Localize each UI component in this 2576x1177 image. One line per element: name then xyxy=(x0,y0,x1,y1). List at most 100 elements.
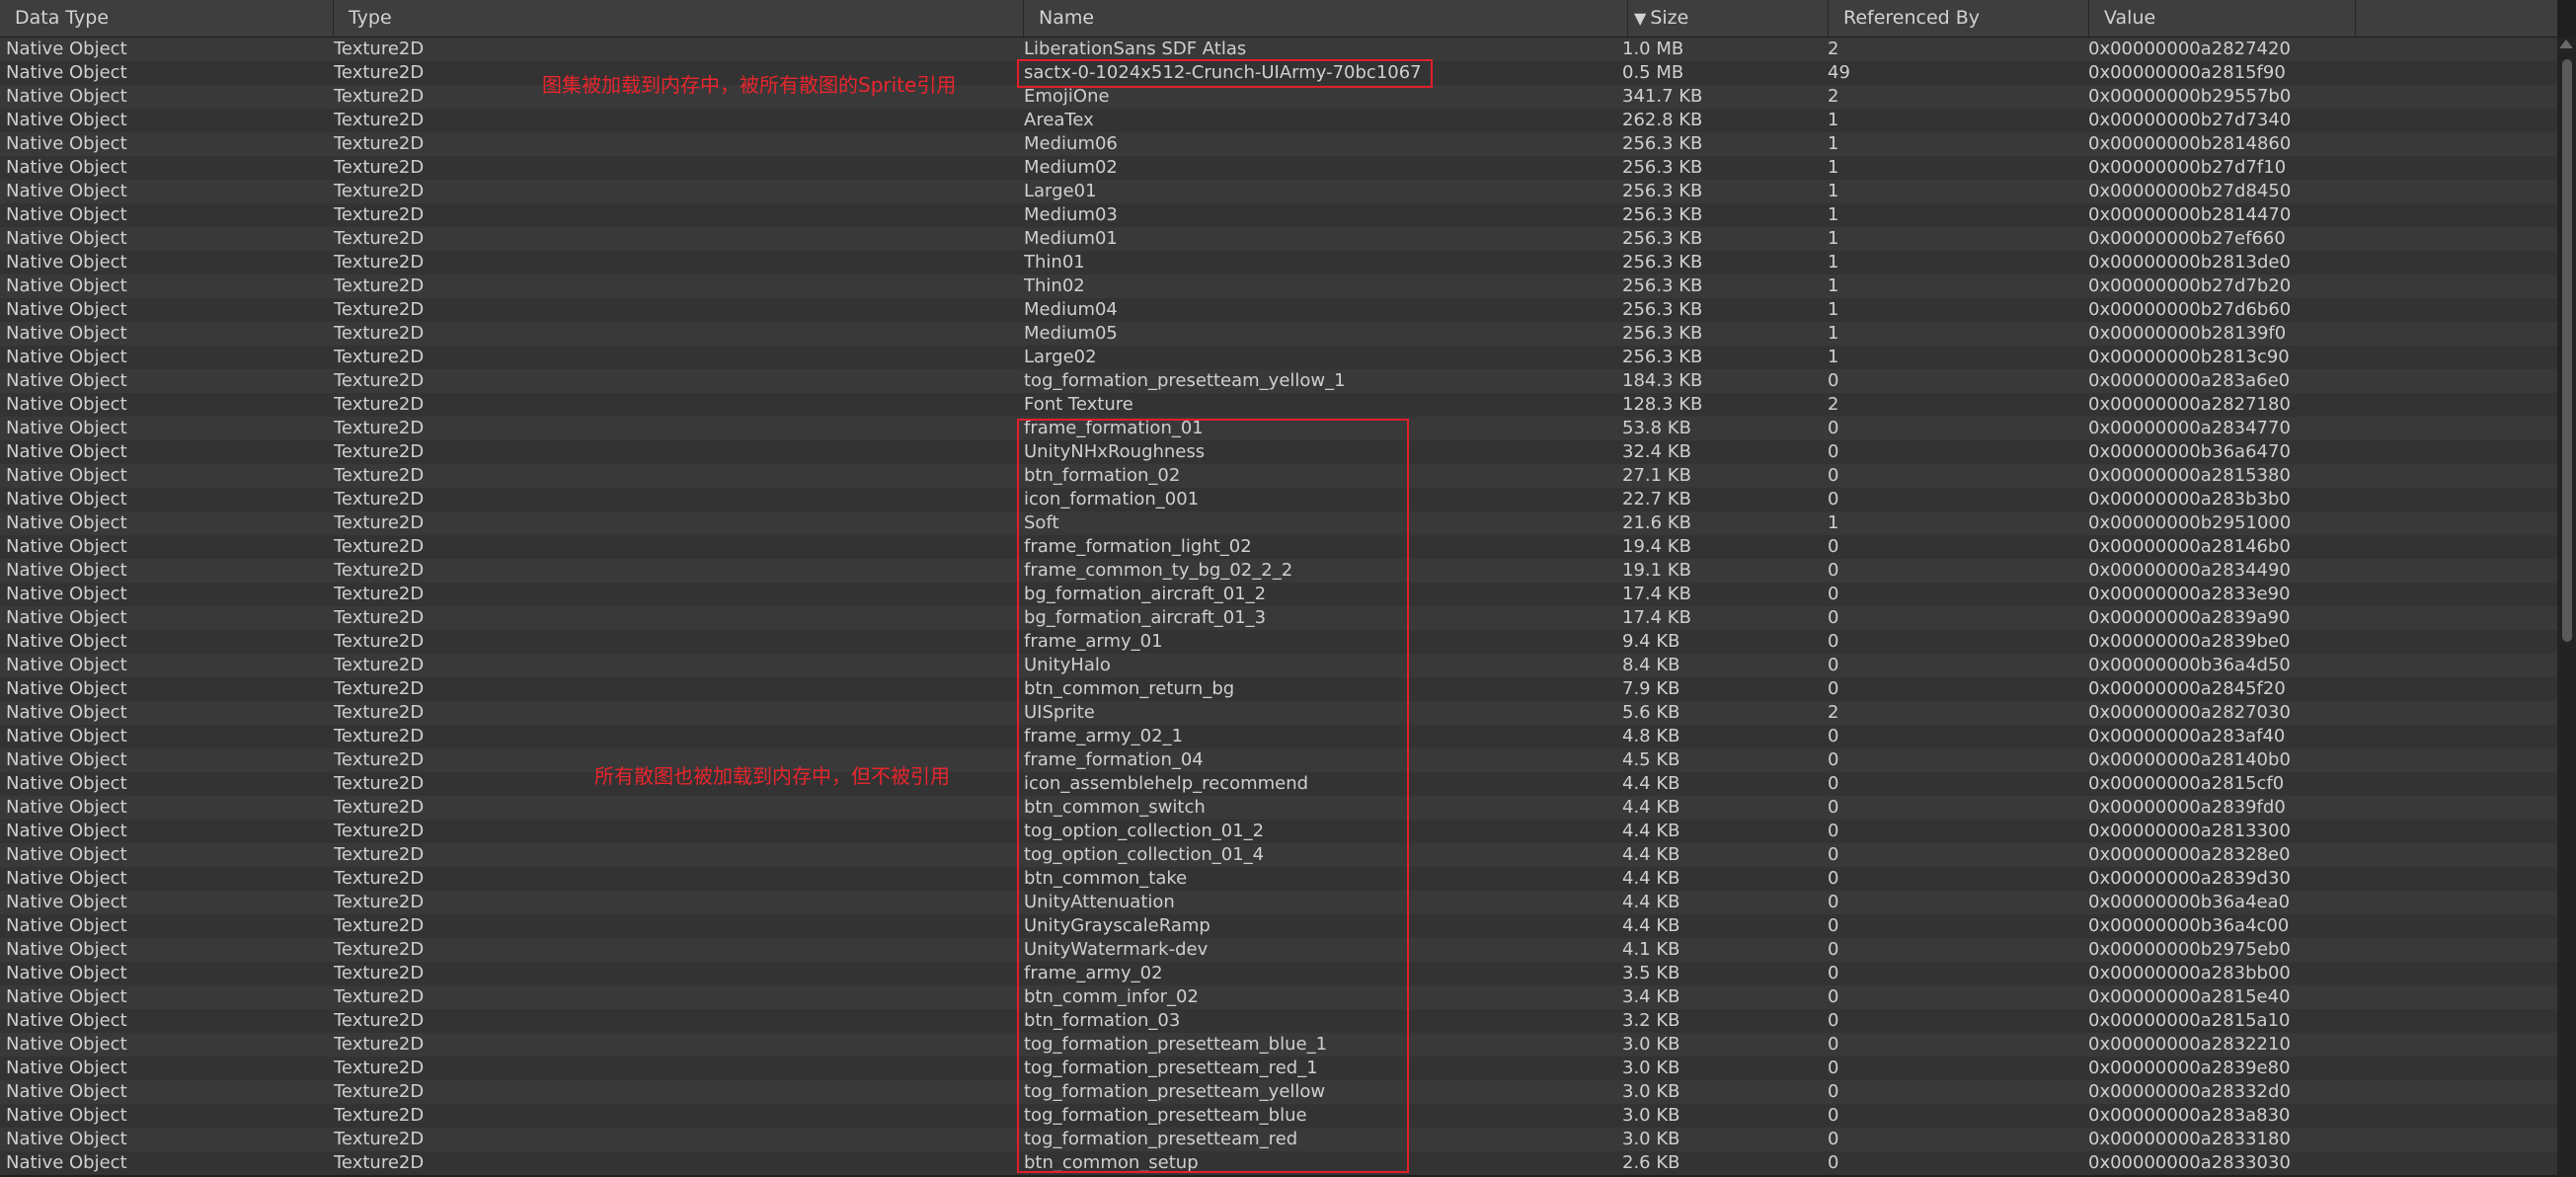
table-row[interactable]: Native Object Texture2D tog_formation_pres… xyxy=(0,1128,2557,1151)
table-row[interactable]: Native Object Texture2D Large01 256.3 KB 1 0x… xyxy=(0,180,2557,203)
table-row[interactable]: Native Object Texture2D Large02 256.3 KB 1 0x… xyxy=(0,346,2557,369)
table-row[interactable]: Native Object Texture2D tog_formation_pres… xyxy=(0,1080,2557,1104)
table-row[interactable]: Native Object Texture2D icon_formation_001… xyxy=(0,488,2557,511)
table-row[interactable]: Native Object Texture2D btn_common_switch 4… xyxy=(0,796,2557,820)
table-row[interactable]: Native Object Texture2D btn_common_take 4.4… xyxy=(0,867,2557,891)
cell-name: tog_option_collection_01_2 xyxy=(1024,821,1265,841)
cell-data-type: Native Object xyxy=(6,252,127,273)
column-header-name[interactable]: Name xyxy=(1024,0,1628,37)
table-row[interactable]: Native Object Texture2D Medium04 256.3 KB 1 0… xyxy=(0,298,2557,322)
table-row[interactable]: Native Object Texture2D UnityWatermark-dev… xyxy=(0,938,2557,962)
table-row[interactable]: Native Object Texture2D tog_formation_pres… xyxy=(0,1104,2557,1128)
table-row[interactable]: Native Object Texture2D frame_formation_01… xyxy=(0,417,2557,440)
table-row[interactable]: Native Object Texture2D AreaTex 262.8 KB 1 0x… xyxy=(0,109,2557,132)
cell-size: 4.4 KB xyxy=(1622,773,1680,794)
table-row[interactable]: Native Object Texture2D btn_common_return_… xyxy=(0,677,2557,701)
cell-type: Texture2D xyxy=(334,1034,425,1055)
cell-name: icon_assemblehelp_recommend xyxy=(1024,773,1309,794)
table-row[interactable]: Native Object Texture2D bg_formation_aircr… xyxy=(0,583,2557,606)
column-header-size[interactable]: ▼ Size xyxy=(1628,0,1829,37)
cell-type: Texture2D xyxy=(334,1081,425,1102)
table-row[interactable]: Native Object Texture2D btn_comm_infor_02 3… xyxy=(0,985,2557,1009)
table-row[interactable]: Native Object Texture2D UnityGrayscaleRamp… xyxy=(0,914,2557,938)
table-row[interactable]: Native Object Texture2D frame_common_ty_bg… xyxy=(0,559,2557,583)
cell-data-type: Native Object xyxy=(6,133,127,154)
cell-referenced-by: 0 xyxy=(1828,441,1839,462)
cell-referenced-by: 0 xyxy=(1828,1034,1839,1055)
cell-referenced-by: 1 xyxy=(1828,323,1839,344)
table-row[interactable]: Native Object Texture2D tog_option_collect… xyxy=(0,820,2557,843)
cell-name: tog_formation_presetteam_blue_1 xyxy=(1024,1034,1328,1055)
table-row[interactable]: Native Object Texture2D frame_army_02 3.5 K… xyxy=(0,962,2557,985)
cell-referenced-by: 2 xyxy=(1828,86,1839,107)
scroll-up-arrow-icon[interactable] xyxy=(2559,39,2573,48)
cell-referenced-by: 1 xyxy=(1828,110,1839,130)
table-row[interactable]: Native Object Texture2D UnityNHxRoughness 3… xyxy=(0,440,2557,464)
table-row[interactable]: Native Object Texture2D btn_formation_03 3.… xyxy=(0,1009,2557,1033)
table-row[interactable]: Native Object Texture2D UnityHalo 8.4 KB 0 0x… xyxy=(0,654,2557,677)
table-row[interactable]: Native Object Texture2D Font Texture 128.3 … xyxy=(0,393,2557,417)
cell-value: 0x00000000a2815f90 xyxy=(2088,62,2286,83)
cell-size: 0.5 MB xyxy=(1622,62,1684,83)
cell-data-type: Native Object xyxy=(6,204,127,225)
table-row[interactable]: Native Object Texture2D LiberationSans SDF… xyxy=(0,38,2557,61)
cell-name: btn_formation_02 xyxy=(1024,465,1181,486)
table-row[interactable]: Native Object Texture2D frame_formation_04… xyxy=(0,748,2557,772)
cell-type: Texture2D xyxy=(334,228,425,249)
cell-size: 3.0 KB xyxy=(1622,1129,1680,1149)
cell-value: 0x00000000a28328e0 xyxy=(2088,844,2291,865)
table-row[interactable]: Native Object Texture2D frame_army_01 9.4 K… xyxy=(0,630,2557,654)
table-row[interactable]: Native Object Texture2D sactx-0-1024x512-C… xyxy=(0,61,2557,85)
cell-data-type: Native Object xyxy=(6,773,127,794)
column-header-type[interactable]: Type xyxy=(334,0,1024,37)
table-row[interactable]: Native Object Texture2D Thin01 256.3 KB 1 0x0… xyxy=(0,251,2557,275)
column-header-label: Value xyxy=(2104,7,2156,29)
cell-name: frame_common_ty_bg_02_2_2 xyxy=(1024,560,1293,581)
cell-name: UnityAttenuation xyxy=(1024,892,1175,912)
table-row[interactable]: Native Object Texture2D icon_assemblehelp_… xyxy=(0,772,2557,796)
table-row[interactable]: Native Object Texture2D frame_army_02_1 4.8… xyxy=(0,725,2557,748)
column-header-value[interactable]: Value xyxy=(2089,0,2356,37)
cell-referenced-by: 0 xyxy=(1828,678,1839,699)
cell-size: 8.4 KB xyxy=(1622,655,1680,675)
table-row[interactable]: Native Object Texture2D tog_formation_pres… xyxy=(0,369,2557,393)
cell-referenced-by: 0 xyxy=(1828,489,1839,510)
table-row[interactable]: Native Object Texture2D tog_formation_pres… xyxy=(0,1057,2557,1080)
table-row[interactable]: Native Object Texture2D Medium01 256.3 KB 1 0… xyxy=(0,227,2557,251)
column-header-data-type[interactable]: Data Type xyxy=(0,0,334,37)
cell-type: Texture2D xyxy=(334,157,425,178)
cell-name: tog_formation_presetteam_yellow_1 xyxy=(1024,370,1346,391)
table-row[interactable]: Native Object Texture2D tog_formation_pres… xyxy=(0,1033,2557,1057)
cell-size: 2.6 KB xyxy=(1622,1152,1680,1173)
cell-data-type: Native Object xyxy=(6,110,127,130)
table-row[interactable]: Native Object Texture2D UISprite 5.6 KB 2 0x0… xyxy=(0,701,2557,725)
scrollbar-thumb[interactable] xyxy=(2562,59,2572,642)
cell-name: bg_formation_aircraft_01_2 xyxy=(1024,584,1267,604)
table-row[interactable]: Native Object Texture2D UnityAttenuation 4.… xyxy=(0,891,2557,914)
cell-value: 0x00000000a283b3b0 xyxy=(2088,489,2291,510)
cell-type: Texture2D xyxy=(334,110,425,130)
cell-referenced-by: 0 xyxy=(1828,963,1839,983)
cell-referenced-by: 1 xyxy=(1828,133,1839,154)
table-row[interactable]: Native Object Texture2D Medium02 256.3 KB 1 0… xyxy=(0,156,2557,180)
cell-value: 0x00000000b2814470 xyxy=(2088,204,2292,225)
cell-data-type: Native Object xyxy=(6,726,127,746)
table-row[interactable]: Native Object Texture2D Medium03 256.3 KB 1 0… xyxy=(0,203,2557,227)
cell-value: 0x00000000b2814860 xyxy=(2088,133,2292,154)
table-row[interactable]: Native Object Texture2D Medium05 256.3 KB 1 0… xyxy=(0,322,2557,346)
table-row[interactable]: Native Object Texture2D Soft 21.6 KB 1 0x0000… xyxy=(0,511,2557,535)
table-row[interactable]: Native Object Texture2D btn_common_setup 2.… xyxy=(0,1151,2557,1175)
cell-referenced-by: 0 xyxy=(1828,631,1839,652)
table-row[interactable]: Native Object Texture2D EmojiOne 341.7 KB 2 0… xyxy=(0,85,2557,109)
column-header-referenced-by[interactable]: Referenced By xyxy=(1829,0,2089,37)
table-row[interactable]: Native Object Texture2D frame_formation_li… xyxy=(0,535,2557,559)
cell-referenced-by: 1 xyxy=(1828,228,1839,249)
table-row[interactable]: Native Object Texture2D Medium06 256.3 KB 1 0… xyxy=(0,132,2557,156)
table-row[interactable]: Native Object Texture2D Thin02 256.3 KB 1 0x0… xyxy=(0,275,2557,298)
table-row[interactable]: Native Object Texture2D tog_option_collect… xyxy=(0,843,2557,867)
table-row[interactable]: Native Object Texture2D btn_formation_02 27… xyxy=(0,464,2557,488)
cell-name: Large01 xyxy=(1024,181,1097,201)
cell-data-type: Native Object xyxy=(6,678,127,699)
table-row[interactable]: Native Object Texture2D bg_formation_aircr… xyxy=(0,606,2557,630)
table-body: Native Object Texture2D LiberationSans SDF… xyxy=(0,38,2557,1175)
